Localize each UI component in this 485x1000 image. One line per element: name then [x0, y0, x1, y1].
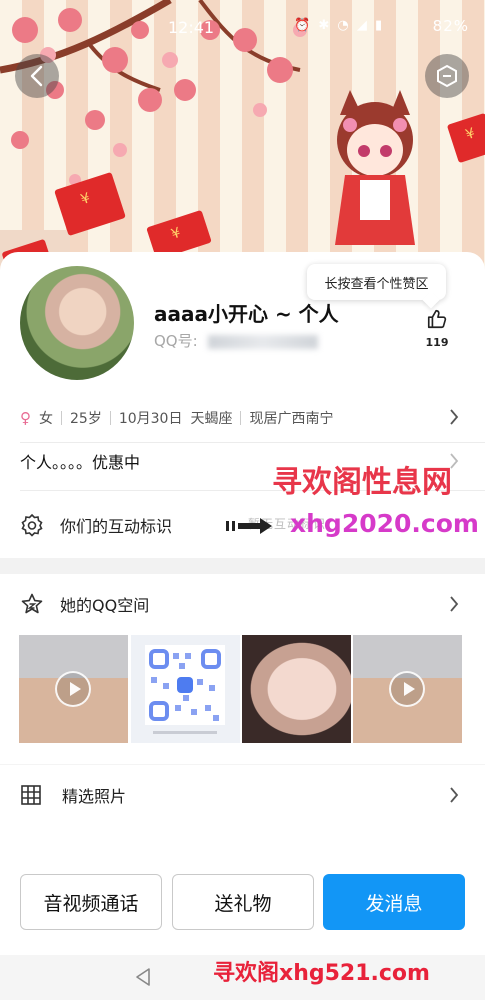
qq-label: QQ号:: [154, 332, 198, 350]
birthday: 10月30日: [118, 411, 183, 427]
badge-gear-icon: [21, 513, 43, 537]
star-icon: [21, 593, 43, 614]
grid-icon: [21, 785, 41, 805]
interaction-label: 你们的互动标识: [60, 517, 173, 536]
like-tooltip: 长按查看个性赞区: [307, 264, 446, 300]
watermark-url: xhg2020.com: [290, 509, 479, 538]
qzone-section: 她的QQ空间 精选照片: [0, 574, 485, 830]
age: 25岁: [70, 411, 102, 427]
video-call-button[interactable]: 音视频通话: [20, 874, 162, 930]
battery-level: 82%: [432, 17, 469, 35]
qq-number-blurred: [208, 334, 319, 349]
play-icon: [55, 671, 91, 707]
arrow-right-icon: [226, 518, 272, 534]
send-message-button[interactable]: 发消息: [323, 874, 465, 930]
divider: [240, 411, 242, 425]
status-icons: ⏰ ✱ ◔ ◢ ▮: [294, 18, 385, 33]
back-button[interactable]: [15, 54, 59, 98]
avatar[interactable]: [20, 266, 134, 380]
zodiac: 天蝎座: [190, 411, 233, 427]
qzone-qrcode-thumbnail[interactable]: [131, 635, 240, 743]
location: 现居广西南宁: [249, 411, 334, 427]
hexagon-settings-icon: [437, 64, 457, 88]
qzone-photo-thumbnail[interactable]: [242, 635, 351, 743]
qr-code-image: [145, 645, 225, 734]
chevron-right-icon: [450, 409, 459, 425]
gender: 女: [39, 411, 53, 427]
qzone-video-thumbnail[interactable]: [19, 635, 128, 743]
chevron-right-icon: [450, 596, 459, 612]
anime-cat-girl-illustration: [335, 90, 415, 245]
featured-photos-label: 精选照片: [62, 787, 127, 806]
status-time: 12:41: [168, 18, 215, 37]
female-icon: ♀: [20, 409, 31, 427]
nickname: aaaa小开心 ~ 个人: [154, 302, 339, 326]
thumbs-up-icon: [427, 309, 447, 329]
divider: [20, 442, 485, 443]
nav-back-icon[interactable]: [134, 966, 152, 988]
profile-cover: 12:41 ⏰ ✱ ◔ ◢ ▮ 82%: [0, 0, 485, 290]
divider: [61, 411, 62, 425]
chevron-right-icon: [450, 787, 459, 803]
qzone-video-thumbnail[interactable]: [353, 635, 462, 743]
send-gift-button[interactable]: 送礼物: [172, 874, 314, 930]
qzone-title: 她的QQ空间: [60, 596, 150, 615]
watermark-url: 寻欢阁xhg521.com: [213, 961, 430, 986]
featured-photos-row[interactable]: 精选照片: [20, 782, 465, 808]
watermark-text: 寻欢阁性息网: [272, 465, 452, 500]
chevron-left-icon: [30, 65, 43, 87]
divider: [0, 764, 485, 765]
qq-number: QQ号:: [154, 330, 319, 351]
more-options-button[interactable]: [425, 54, 469, 98]
like-count: 119: [425, 336, 449, 349]
status-bar: 12:41 ⏰ ✱ ◔ ◢ ▮ 82%: [0, 0, 485, 56]
like-button[interactable]: 119: [420, 308, 454, 349]
action-bar: 音视频通话 送礼物 发消息: [0, 830, 485, 955]
qzone-header[interactable]: 她的QQ空间: [20, 591, 465, 617]
divider: [109, 411, 111, 425]
signature[interactable]: 个人。。。。优惠中: [20, 449, 140, 473]
basic-info-row[interactable]: ♀ 女 25岁 10月30日 天蝎座 现居广西南宁: [20, 406, 465, 430]
play-icon: [389, 671, 425, 707]
